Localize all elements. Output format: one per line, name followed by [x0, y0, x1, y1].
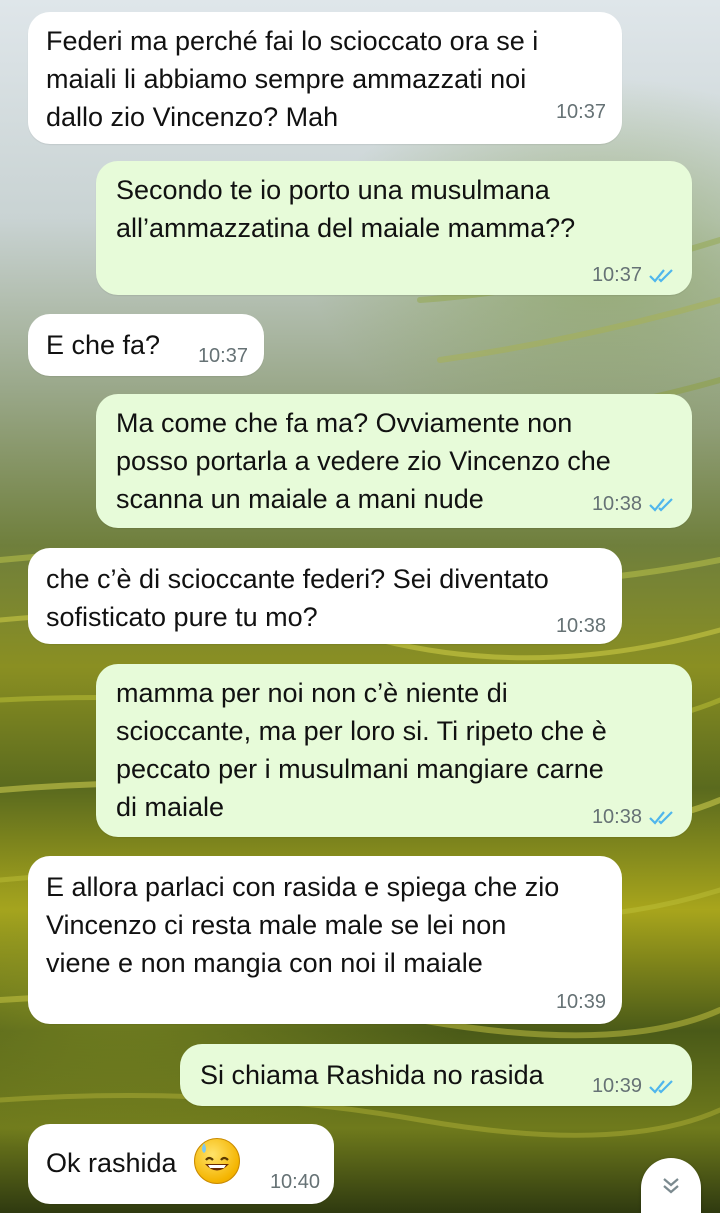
message-timestamp: 10:38 — [591, 806, 642, 828]
message-timestamp: 10:37 — [555, 101, 606, 123]
message-bubble-outgoing[interactable]: Secondo te io porto una musulmana all’am… — [96, 161, 692, 295]
scroll-to-bottom-button[interactable] — [641, 1158, 701, 1213]
message-meta: 10:38 — [592, 492, 678, 516]
double-check-icon — [649, 269, 673, 283]
message-bubble-incoming[interactable]: che c’è di scioccante federi? Sei divent… — [28, 548, 622, 644]
message-text: mamma per noi non c’è niente di scioccan… — [116, 678, 607, 822]
message-text: E che fa? — [46, 330, 161, 360]
message-timestamp: 10:40 — [269, 1171, 320, 1193]
double-check-icon — [649, 1080, 673, 1094]
message-bubble-incoming[interactable]: E allora parlaci con rasida e spiega che… — [28, 856, 622, 1024]
message-text: Ok rashida — [46, 1148, 177, 1178]
message-timestamp: 10:38 — [591, 493, 642, 515]
message-bubble-outgoing[interactable]: Si chiama Rashida no rasida 10:39 — [180, 1044, 692, 1106]
message-text: E allora parlaci con rasida e spiega che… — [46, 872, 560, 978]
double-check-icon — [649, 811, 673, 825]
message-text: Secondo te io porto una musulmana all’am… — [116, 175, 576, 243]
message-bubble-incoming[interactable]: Ok rashida 10:40 — [28, 1124, 334, 1204]
message-bubble-outgoing[interactable]: Ma come che fa ma? Ovviamente non posso … — [96, 394, 692, 528]
double-check-icon — [649, 498, 673, 512]
message-meta: 10:38 — [592, 805, 678, 829]
message-bubble-incoming[interactable]: Federi ma perché fai lo scioccato ora se… — [28, 12, 622, 144]
message-bubble-incoming[interactable]: E che fa? 10:37 — [28, 314, 264, 376]
double-chevron-down-icon — [663, 1177, 679, 1193]
message-text: Si chiama Rashida no rasida — [200, 1060, 544, 1090]
message-meta: 10:39 — [592, 1074, 678, 1098]
message-text: Ma come che fa ma? Ovviamente non posso … — [116, 408, 611, 514]
message-timestamp: 10:39 — [591, 1075, 642, 1097]
message-timestamp: 10:37 — [197, 345, 248, 367]
message-bubble-outgoing[interactable]: mamma per noi non c’è niente di scioccan… — [96, 664, 692, 837]
grinning-face-with-sweat-icon — [194, 1138, 240, 1184]
message-text: Federi ma perché fai lo scioccato ora se… — [46, 26, 539, 132]
message-timestamp: 10:38 — [555, 615, 606, 637]
message-text: che c’è di scioccante federi? Sei divent… — [46, 564, 549, 632]
message-timestamp: 10:39 — [555, 991, 606, 1013]
message-timestamp: 10:37 — [591, 264, 642, 286]
message-meta: 10:37 — [592, 263, 678, 287]
